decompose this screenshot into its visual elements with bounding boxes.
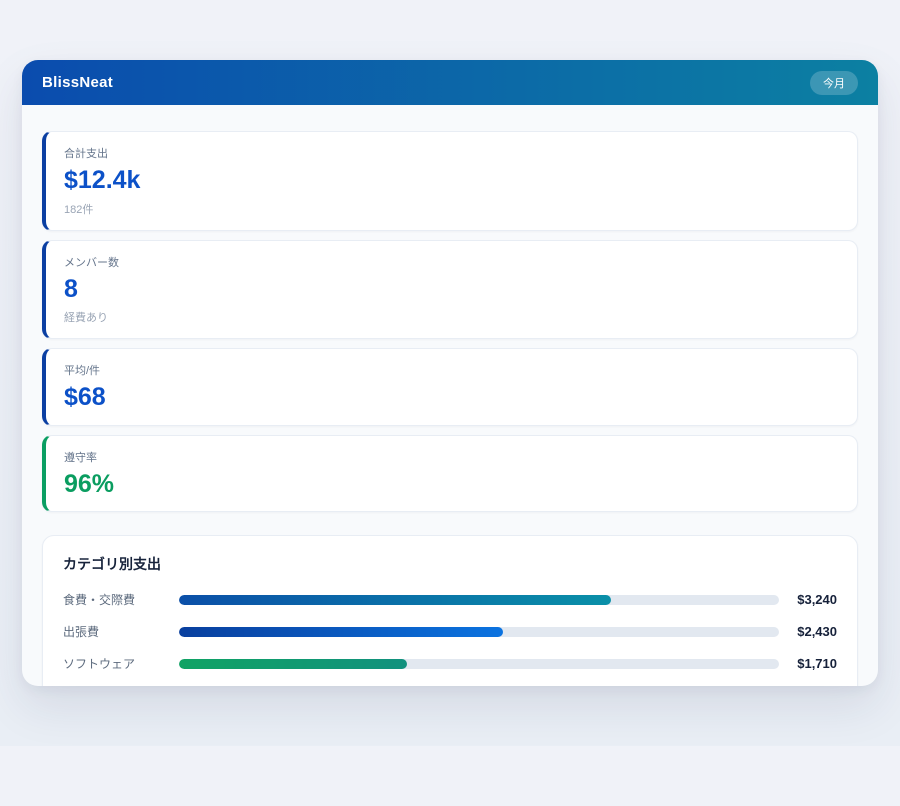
category-card: カテゴリ別支出 食費・交際費 $3,240 出張費 $2,430 ソフトウェア $1,71… <box>42 535 858 686</box>
category-bar-track <box>179 659 779 669</box>
category-label: 食費・交際費 <box>63 591 179 608</box>
category-amount: $1,710 <box>779 656 837 671</box>
category-row: 出張費 $2,430 <box>63 623 837 640</box>
category-bar-track <box>179 627 779 637</box>
category-rows: 食費・交際費$3,240出張費$2,430ソフトウェア$1,710交通費$1,2… <box>63 591 837 686</box>
stat-subtext: 182件 <box>64 201 839 217</box>
period-badge[interactable]: 今月 <box>810 71 858 95</box>
category-bar-fill <box>179 627 503 637</box>
dashboard-panel: BlissNeat 今月 合計支出 $12.4k 182件メンバー数 8 経費あり平均/… <box>22 60 878 686</box>
stat-card: 平均/件 $68 <box>42 348 858 426</box>
category-section-title: カテゴリ別支出 <box>63 554 837 574</box>
stats-list: 合計支出 $12.4k 182件メンバー数 8 経費あり平均/件 $68 遵守率 96% <box>42 131 858 512</box>
category-row: ソフトウェア $1,710 <box>63 655 837 672</box>
stat-label: 平均/件 <box>64 362 839 378</box>
category-label: ソフトウェア <box>63 655 179 672</box>
stat-label: メンバー数 <box>64 254 839 270</box>
stat-label: 遵守率 <box>64 449 839 465</box>
app-header: BlissNeat 今月 <box>22 60 878 105</box>
stat-value: $68 <box>64 384 839 412</box>
category-bar-fill <box>179 659 407 669</box>
stat-value: 96% <box>64 471 839 499</box>
panel-body: 合計支出 $12.4k 182件メンバー数 8 経費あり平均/件 $68 遵守率 96% カテ… <box>22 105 878 686</box>
stat-card: メンバー数 8 経費あり <box>42 240 858 340</box>
category-amount: $3,240 <box>779 592 837 607</box>
category-bar-track <box>179 595 779 605</box>
stat-label: 合計支出 <box>64 145 839 161</box>
stat-subtext: 経費あり <box>64 309 839 325</box>
category-row: 食費・交際費 $3,240 <box>63 591 837 608</box>
stat-value: 8 <box>64 276 839 304</box>
app-title: BlissNeat <box>42 74 113 91</box>
stat-value: $12.4k <box>64 167 839 195</box>
category-label: 出張費 <box>63 623 179 640</box>
category-bar-fill <box>179 595 611 605</box>
stat-card: 遵守率 96% <box>42 435 858 513</box>
category-amount: $2,430 <box>779 624 837 639</box>
stat-card: 合計支出 $12.4k 182件 <box>42 131 858 231</box>
